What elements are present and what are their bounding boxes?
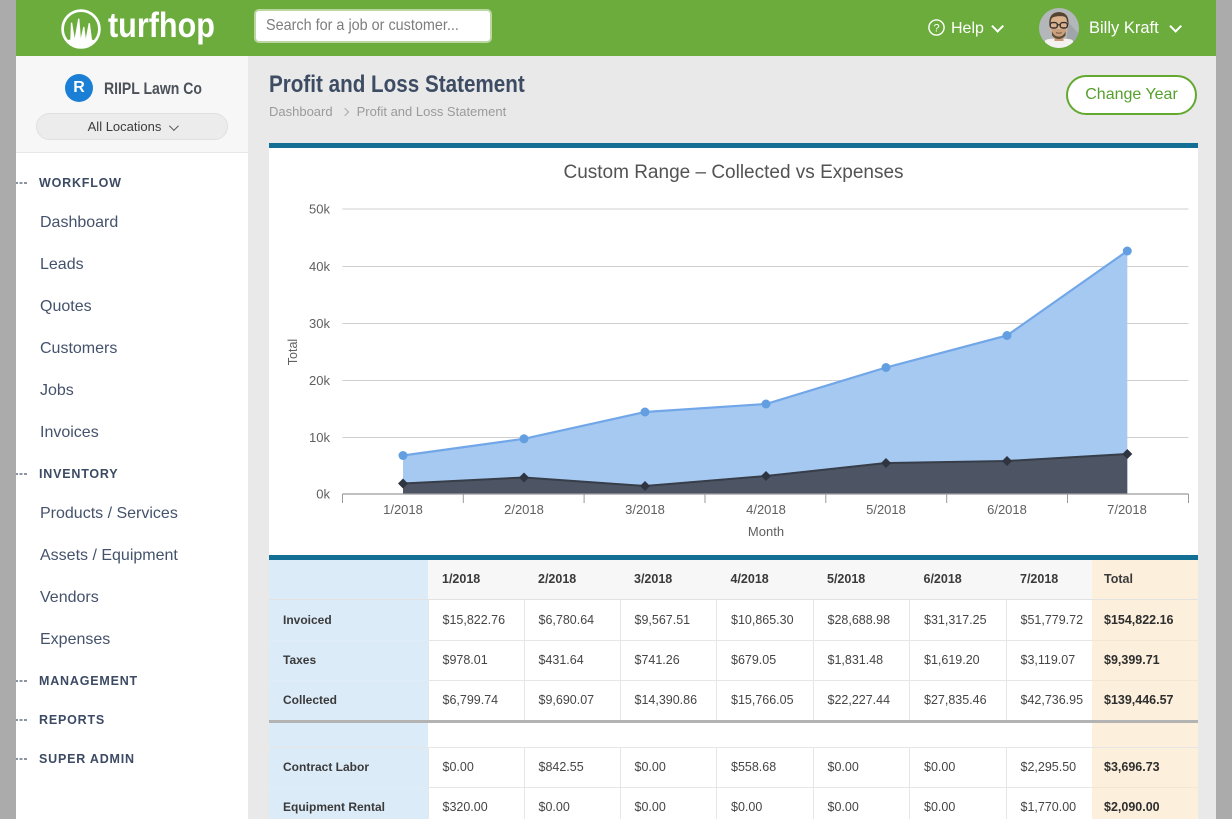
svg-text:4/2018: 4/2018 (746, 502, 786, 517)
svg-text:30k: 30k (309, 316, 330, 331)
svg-text:7/2018: 7/2018 (1107, 502, 1147, 517)
svg-text:Total: Total (286, 339, 300, 365)
svg-text:2/2018: 2/2018 (504, 502, 544, 517)
svg-text:20k: 20k (309, 373, 330, 388)
svg-text:3/2018: 3/2018 (625, 502, 665, 517)
svg-text:Month: Month (748, 524, 784, 539)
svg-text:6/2018: 6/2018 (987, 502, 1027, 517)
svg-text:?: ? (933, 22, 939, 34)
svg-text:1/2018: 1/2018 (383, 502, 423, 517)
svg-text:0k: 0k (316, 487, 330, 502)
svg-text:5/2018: 5/2018 (866, 502, 906, 517)
svg-text:40k: 40k (309, 259, 330, 274)
svg-text:10k: 10k (309, 430, 330, 445)
svg-text:50k: 50k (309, 202, 330, 217)
